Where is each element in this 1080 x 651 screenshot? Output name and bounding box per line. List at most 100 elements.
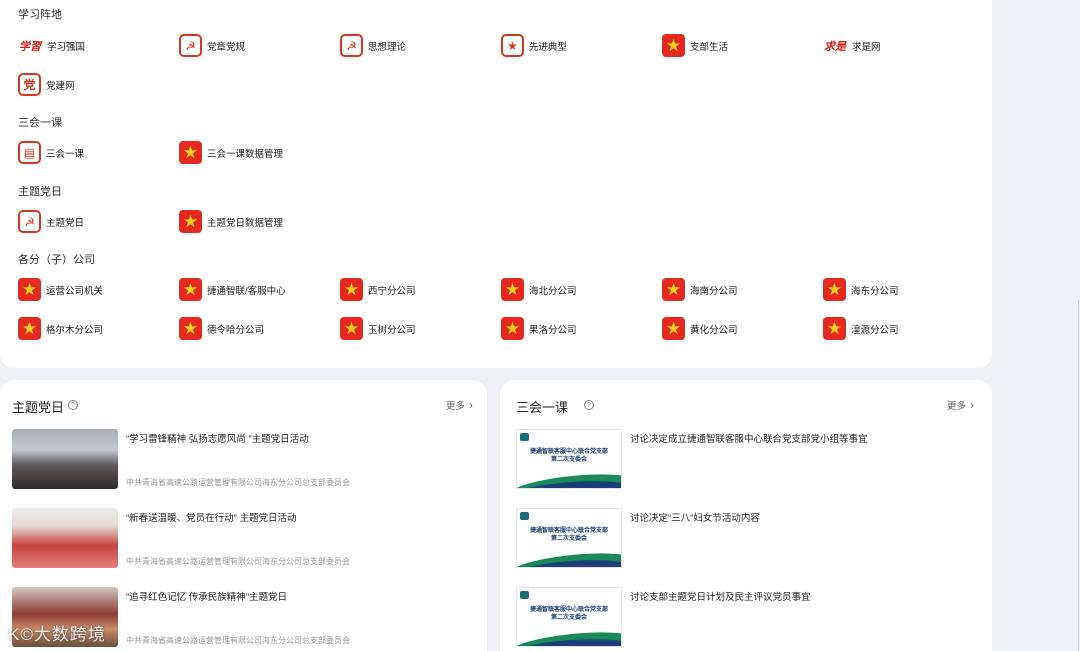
portal-link[interactable]: ★ 海东分公司 [823, 278, 984, 301]
portal-link-label: 果洛分公司 [529, 324, 577, 336]
xuexi-qiangguo-logo-icon: 学習 [19, 39, 41, 53]
star-icon: ★ [501, 317, 524, 340]
party-emblem-icon: ☭ [179, 34, 202, 57]
news-title: “追寻红色记忆 传承民族精神”主题党日 [126, 592, 287, 603]
more-link[interactable]: 更多 › [446, 398, 473, 412]
news-source: 中共青海省高速公路运营管理有限公司海东分公司总支部委员会 [126, 636, 350, 645]
portal-link[interactable]: 学習 学习强国 [18, 34, 179, 57]
company-logo-icon [520, 512, 529, 520]
portal-link[interactable]: ★ 运营公司机关 [18, 278, 179, 301]
news-title: “学习雷锋精神 弘扬志愿风尚 ”主题党日活动 [126, 434, 309, 445]
chevron-right-icon: › [469, 398, 473, 412]
more-label: 更多 [946, 401, 966, 412]
more-link[interactable]: 更多 › [947, 398, 974, 412]
portal-link-label: 思想理论 [368, 41, 407, 53]
portal-link[interactable]: ★ 德令哈分公司 [179, 317, 340, 340]
scrollbar-track[interactable] [1078, 300, 1079, 651]
help-icon[interactable]: ? [584, 400, 594, 410]
portal-link[interactable]: ★ 三会一课数据管理 [179, 141, 340, 164]
three-meetings-panel: 三会一课 ? 更多 › 捷通智联客服中心联合党支部 第二次支委会 讨论决定成立捷通… [500, 380, 992, 651]
news-source: 中共青海省高速公路运营管理有限公司海东分公司总支部委员会 [126, 557, 350, 566]
portal-link[interactable]: ▤ 三会一课 [18, 141, 179, 164]
portal-link[interactable]: ☭ 思想理论 [340, 34, 501, 57]
meeting-slide-thumbnail: 捷通智联客服中心联合党支部 第二次支委会 [516, 587, 622, 647]
portal-link-label: 捷通智联/客服中心 [207, 285, 286, 297]
portal-link-label: 玉树分公司 [368, 324, 416, 336]
star-frame-icon: ★ [501, 34, 524, 57]
link-row: ▤ 三会一课 ★ 三会一课数据管理 [18, 141, 340, 164]
news-source: 中共青海省高速公路运营管理有限公司海东分公司总支部委员会 [126, 478, 350, 487]
theme-party-day-panel: 主题党日 ? 更多 › “学习雷锋精神 弘扬志愿风尚 ”主题党日活动 中共青海省高… [0, 380, 487, 651]
news-thumbnail [12, 429, 118, 489]
portal-link-label: 支部生活 [690, 41, 729, 53]
star-icon: ★ [179, 141, 202, 164]
news-item[interactable]: “学习雷锋精神 弘扬志愿风尚 ”主题党日活动 中共青海省高速公路运营管理有限公司… [12, 429, 472, 491]
star-icon: ★ [662, 317, 685, 340]
star-icon: ★ [823, 317, 846, 340]
star-icon: ★ [179, 278, 202, 301]
help-icon[interactable]: ? [68, 400, 78, 410]
portal-link-label: 运营公司机关 [46, 285, 104, 297]
meeting-slide-thumbnail: 捷通智联客服中心联合党支部 第二次支委会 [516, 429, 622, 489]
portal-link[interactable]: ☭ 党章党规 [179, 34, 340, 57]
link-row: 党党建网 [18, 73, 179, 96]
star-icon: ★ [179, 317, 202, 340]
star-icon: ★ [501, 278, 524, 301]
slide-title-line2: 第二次支委会 [550, 457, 587, 463]
news-item[interactable]: “新春送温暖、党员在行动” 主题党日活动 中共青海省高速公路运营管理有限公司海东… [12, 508, 472, 570]
qiushi-logo-icon: 求是 [824, 39, 846, 53]
meeting-item[interactable]: 捷通智联客服中心联合党支部 第二次支委会 讨论支部主题党日计划及民主评议党员事宜 [512, 587, 972, 649]
portal-link-label: 海北分公司 [529, 285, 577, 297]
meeting-item[interactable]: 捷通智联客服中心联合党支部 第二次支委会 讨论决定成立捷通智联客服中心联合党支部… [512, 429, 972, 491]
portal-link[interactable]: ★ 捷通智联/客服中心 [179, 278, 340, 301]
portal-link-label: 三会一课数据管理 [207, 148, 284, 160]
portal-link[interactable]: 党党建网 [18, 73, 179, 96]
section-title: 各分（子）公司 [18, 254, 95, 266]
star-icon: ★ [340, 317, 363, 340]
portal-link[interactable]: ★ 海北分公司 [501, 278, 662, 301]
meeting-item[interactable]: 捷通智联客服中心联合党支部 第二次支委会 讨论决定“三八”妇女节活动内容 [512, 508, 972, 570]
news-title: “新春送温暖、党员在行动” 主题党日活动 [126, 513, 297, 524]
portal-link-label: 学习强国 [47, 41, 86, 53]
dangjian-icon: 党 [18, 73, 41, 96]
slide-title-line2: 第二次支委会 [550, 615, 587, 621]
portal-link[interactable]: ★ 格尔木分公司 [18, 317, 179, 340]
portal-link[interactable]: ★ 海南分公司 [662, 278, 823, 301]
link-row: ★ 格尔木分公司 ★ 德令哈分公司 ★ 玉树分公司 ★ 果洛分公司 ★ 黄化分公司 ★ 湟源分公司 [18, 317, 984, 340]
party-emblem-icon: ☭ [340, 34, 363, 57]
portal-link-label: 主题党日 [46, 217, 85, 229]
portal-link-label: 黄化分公司 [690, 324, 738, 336]
panel-title: 主题党日 [12, 400, 65, 415]
panel-title: 三会一课 [516, 400, 569, 415]
link-row: 学習 学习强国 ☭ 党章党规 ☭ 思想理论 ★ 先进典型 ★ 支部生活 求是 求是网 [18, 34, 984, 57]
portal-link-label: 海南分公司 [690, 285, 738, 297]
portal-link[interactable]: ☭ 主题党日 [18, 210, 179, 233]
company-logo-icon [520, 433, 529, 441]
portal-link-label: 三会一课 [46, 148, 85, 160]
section-title: 三会一课 [18, 117, 62, 129]
meeting-title: 讨论决定成立捷通智联客服中心联合党支部党小组等事宜 [630, 434, 868, 445]
party-emblem-icon: ☭ [18, 210, 41, 233]
slide-title-line2: 第二次支委会 [550, 536, 587, 542]
portal-link-label: 德令哈分公司 [207, 324, 265, 336]
news-thumbnail [12, 508, 118, 568]
portal-link[interactable]: ★ 西宁分公司 [340, 278, 501, 301]
portal-link[interactable]: ★ 支部生活 [662, 34, 823, 57]
panel-header: 主题党日 ? 更多 › [12, 397, 473, 415]
portal-link[interactable]: ★ 主题党日数据管理 [179, 210, 340, 233]
portal-link[interactable]: ★ 先进典型 [501, 34, 662, 57]
portal-link-label: 党建网 [46, 80, 75, 92]
portal-link[interactable]: 求是 求是网 [823, 34, 984, 57]
section-title: 学习阵地 [18, 9, 62, 21]
panel-header: 三会一课 ? 更多 › [512, 397, 978, 415]
more-label: 更多 [445, 401, 465, 412]
portal-link[interactable]: ★ 湟源分公司 [823, 317, 984, 340]
meeting-slide-thumbnail: 捷通智联客服中心联合党支部 第二次支委会 [516, 508, 622, 568]
portal-link[interactable]: ★ 果洛分公司 [501, 317, 662, 340]
star-icon: ★ [662, 278, 685, 301]
chevron-right-icon: › [970, 398, 974, 412]
portal-link[interactable]: ★ 玉树分公司 [340, 317, 501, 340]
star-icon: ★ [18, 278, 41, 301]
portal-link-label: 西宁分公司 [368, 285, 416, 297]
portal-link[interactable]: ★ 黄化分公司 [662, 317, 823, 340]
